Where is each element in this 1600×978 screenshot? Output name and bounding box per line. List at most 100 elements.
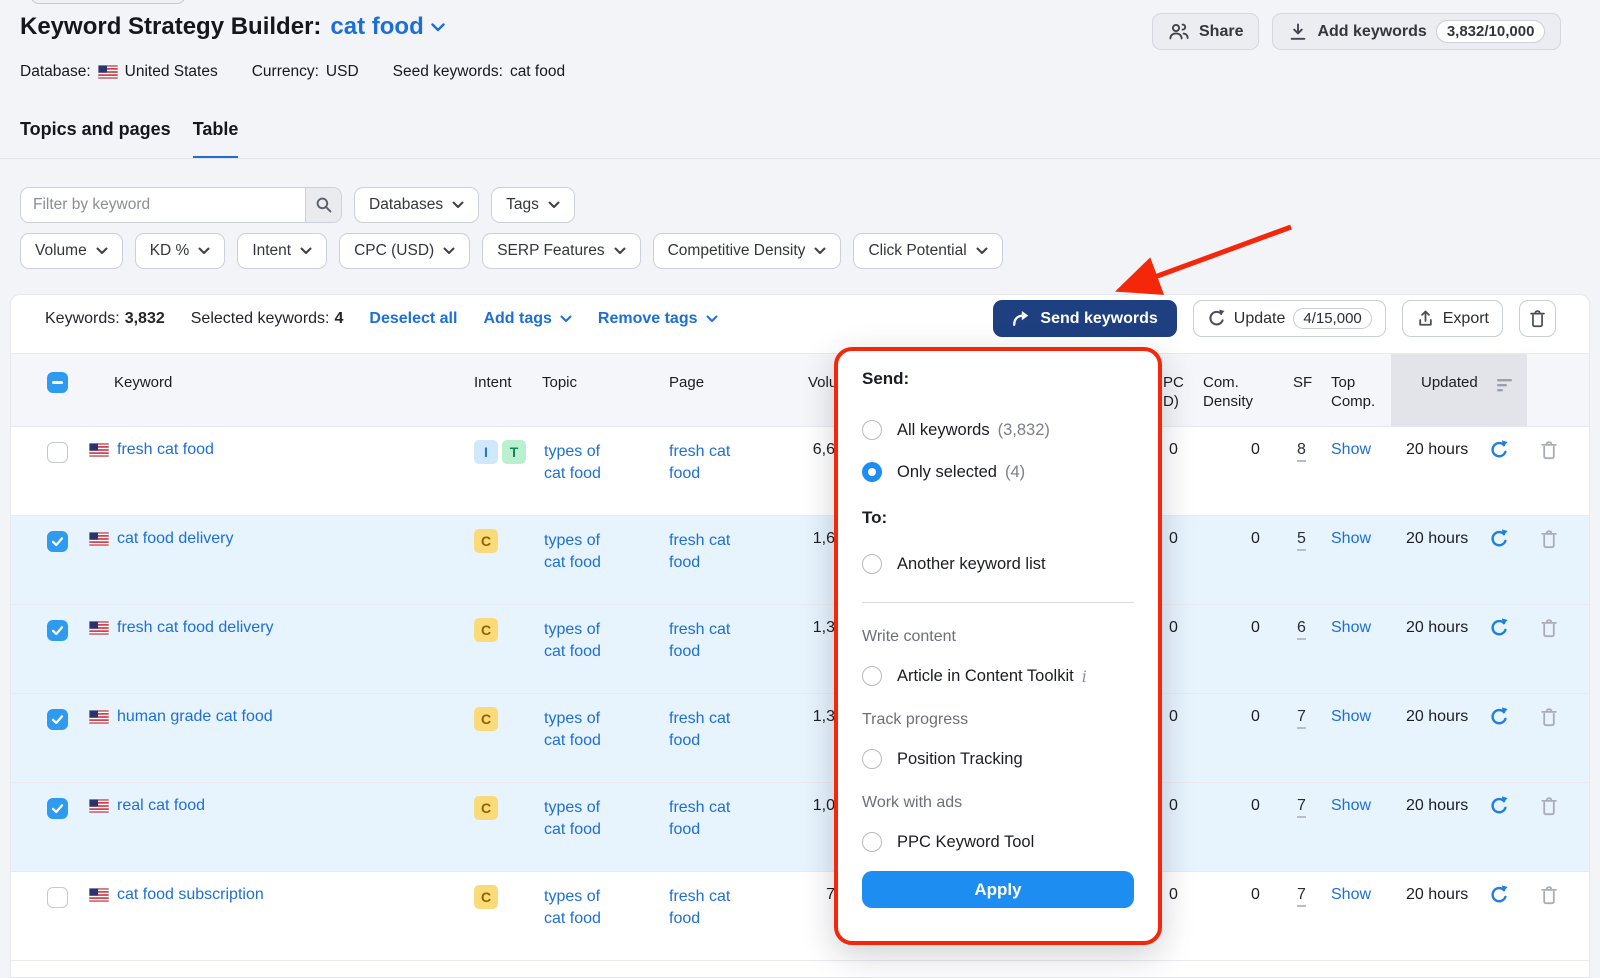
col-top-comp[interactable]: TopComp. [1331, 373, 1375, 411]
show-link[interactable]: Show [1331, 797, 1371, 815]
topic-link[interactable]: types of cat food [544, 797, 624, 841]
tags-dropdown[interactable]: Tags [491, 187, 575, 223]
serp-features-count[interactable]: 6 [1297, 619, 1306, 640]
serp-features-count[interactable]: 5 [1297, 530, 1306, 551]
topic-link[interactable]: types of cat food [544, 530, 624, 574]
radio-another-keyword-list[interactable] [862, 554, 882, 574]
export-button[interactable]: Export [1402, 300, 1503, 337]
remove-tags-dropdown[interactable]: Remove tags [598, 310, 718, 328]
row-trash-icon[interactable] [1539, 885, 1559, 910]
radio-only-selected[interactable] [862, 462, 882, 482]
competitive-density-value: 0 [1251, 708, 1260, 726]
filter-chip-intent[interactable]: Intent [237, 233, 327, 269]
row-checkbox[interactable] [47, 620, 68, 641]
keyword-link[interactable]: fresh cat food delivery [117, 619, 274, 637]
page-link[interactable]: fresh cat food [669, 530, 749, 574]
col-volume-partial[interactable]: Volu [808, 373, 837, 392]
radio-all-keywords[interactable] [862, 420, 882, 440]
serp-features-count[interactable]: 7 [1297, 886, 1306, 907]
position-tracking-label: Position Tracking [897, 750, 1023, 769]
add-keywords-button[interactable]: Add keywords 3,832/10,000 [1272, 13, 1561, 50]
cpc-value: 0 [1169, 530, 1178, 548]
keyword-link[interactable]: real cat food [117, 797, 205, 815]
row-refresh-icon[interactable] [1489, 618, 1509, 643]
col-updated[interactable]: Updated [1421, 373, 1478, 392]
intent-badge: C [474, 796, 498, 820]
row-checkbox[interactable] [47, 887, 68, 908]
page-link[interactable]: fresh cat food [669, 708, 749, 752]
select-all-checkbox[interactable] [47, 372, 68, 393]
row-trash-icon[interactable] [1539, 618, 1559, 643]
filter-chip-serp-features[interactable]: SERP Features [482, 233, 640, 269]
col-intent[interactable]: Intent [474, 373, 512, 392]
sort-descending-icon[interactable] [1497, 378, 1513, 392]
keyword-link[interactable]: cat food subscription [117, 886, 264, 904]
row-refresh-icon[interactable] [1489, 440, 1509, 465]
show-link[interactable]: Show [1331, 441, 1371, 459]
add-tags-dropdown[interactable]: Add tags [483, 310, 571, 328]
col-keyword[interactable]: Keyword [114, 373, 172, 392]
page-link[interactable]: fresh cat food [669, 441, 749, 485]
topic-link[interactable]: types of cat food [544, 886, 624, 930]
send-keywords-button[interactable]: Send keywords [993, 300, 1176, 337]
show-link[interactable]: Show [1331, 708, 1371, 726]
filter-chip-cpc-usd[interactable]: CPC (USD) [339, 233, 470, 269]
search-button[interactable] [305, 188, 341, 222]
us-flag-icon [89, 443, 109, 457]
col-serp-features[interactable]: SF [1293, 373, 1312, 392]
topic-link[interactable]: types of cat food [544, 619, 624, 663]
databases-dropdown[interactable]: Databases [354, 187, 479, 223]
topic-link[interactable]: types of cat food [544, 708, 624, 752]
show-link[interactable]: Show [1331, 530, 1371, 548]
row-trash-icon[interactable] [1539, 796, 1559, 821]
info-icon[interactable]: i [1082, 667, 1087, 686]
filter-chip-click-potential[interactable]: Click Potential [853, 233, 1002, 269]
apply-button[interactable]: Apply [862, 871, 1134, 908]
topic-link[interactable]: types of cat food [544, 441, 624, 485]
show-link[interactable]: Show [1331, 886, 1371, 904]
tab-table[interactable]: Table [193, 119, 239, 159]
project-selector[interactable]: cat food [330, 13, 444, 41]
row-trash-icon[interactable] [1539, 707, 1559, 732]
radio-article-content-toolkit[interactable] [862, 666, 882, 686]
row-refresh-icon[interactable] [1489, 885, 1509, 910]
row-trash-icon[interactable] [1539, 529, 1559, 554]
tab-topics-and-pages[interactable]: Topics and pages [20, 119, 171, 159]
serp-features-count[interactable]: 7 [1297, 797, 1306, 818]
keyword-filter-input[interactable] [21, 188, 341, 222]
show-link[interactable]: Show [1331, 619, 1371, 637]
radio-ppc-keyword-tool[interactable] [862, 832, 882, 852]
deselect-all-link[interactable]: Deselect all [369, 310, 457, 328]
row-refresh-icon[interactable] [1489, 529, 1509, 554]
chevron-down-icon [96, 247, 108, 255]
row-trash-icon[interactable] [1539, 440, 1559, 465]
serp-features-count[interactable]: 8 [1297, 441, 1306, 462]
check-icon [50, 712, 65, 727]
page-link[interactable]: fresh cat food [669, 619, 749, 663]
serp-features-count[interactable]: 7 [1297, 708, 1306, 729]
row-checkbox[interactable] [47, 442, 68, 463]
row-checkbox[interactable] [47, 709, 68, 730]
page-link[interactable]: fresh cat food [669, 886, 749, 930]
row-refresh-icon[interactable] [1489, 707, 1509, 732]
filter-chip-kd[interactable]: KD % [135, 233, 226, 269]
keyword-link[interactable]: human grade cat food [117, 708, 273, 726]
share-button[interactable]: Share [1152, 13, 1259, 50]
row-checkbox[interactable] [47, 531, 68, 552]
keyword-link[interactable]: cat food delivery [117, 530, 234, 548]
intent-badge: T [502, 440, 526, 464]
update-button[interactable]: Update 4/15,000 [1193, 300, 1386, 337]
col-cpc-partial[interactable]: PCD) [1163, 373, 1184, 411]
page-link[interactable]: fresh cat food [669, 797, 749, 841]
radio-position-tracking[interactable] [862, 749, 882, 769]
delete-button[interactable] [1519, 300, 1556, 337]
filter-chip-volume[interactable]: Volume [20, 233, 123, 269]
updated-value: 20 hours [1406, 797, 1468, 815]
keyword-link[interactable]: fresh cat food [117, 441, 214, 459]
col-topic[interactable]: Topic [542, 373, 577, 392]
row-refresh-icon[interactable] [1489, 796, 1509, 821]
col-competitive-density[interactable]: Com.Density [1203, 373, 1253, 411]
col-page[interactable]: Page [669, 373, 704, 392]
filter-chip-competitive-density[interactable]: Competitive Density [653, 233, 842, 269]
row-checkbox[interactable] [47, 798, 68, 819]
